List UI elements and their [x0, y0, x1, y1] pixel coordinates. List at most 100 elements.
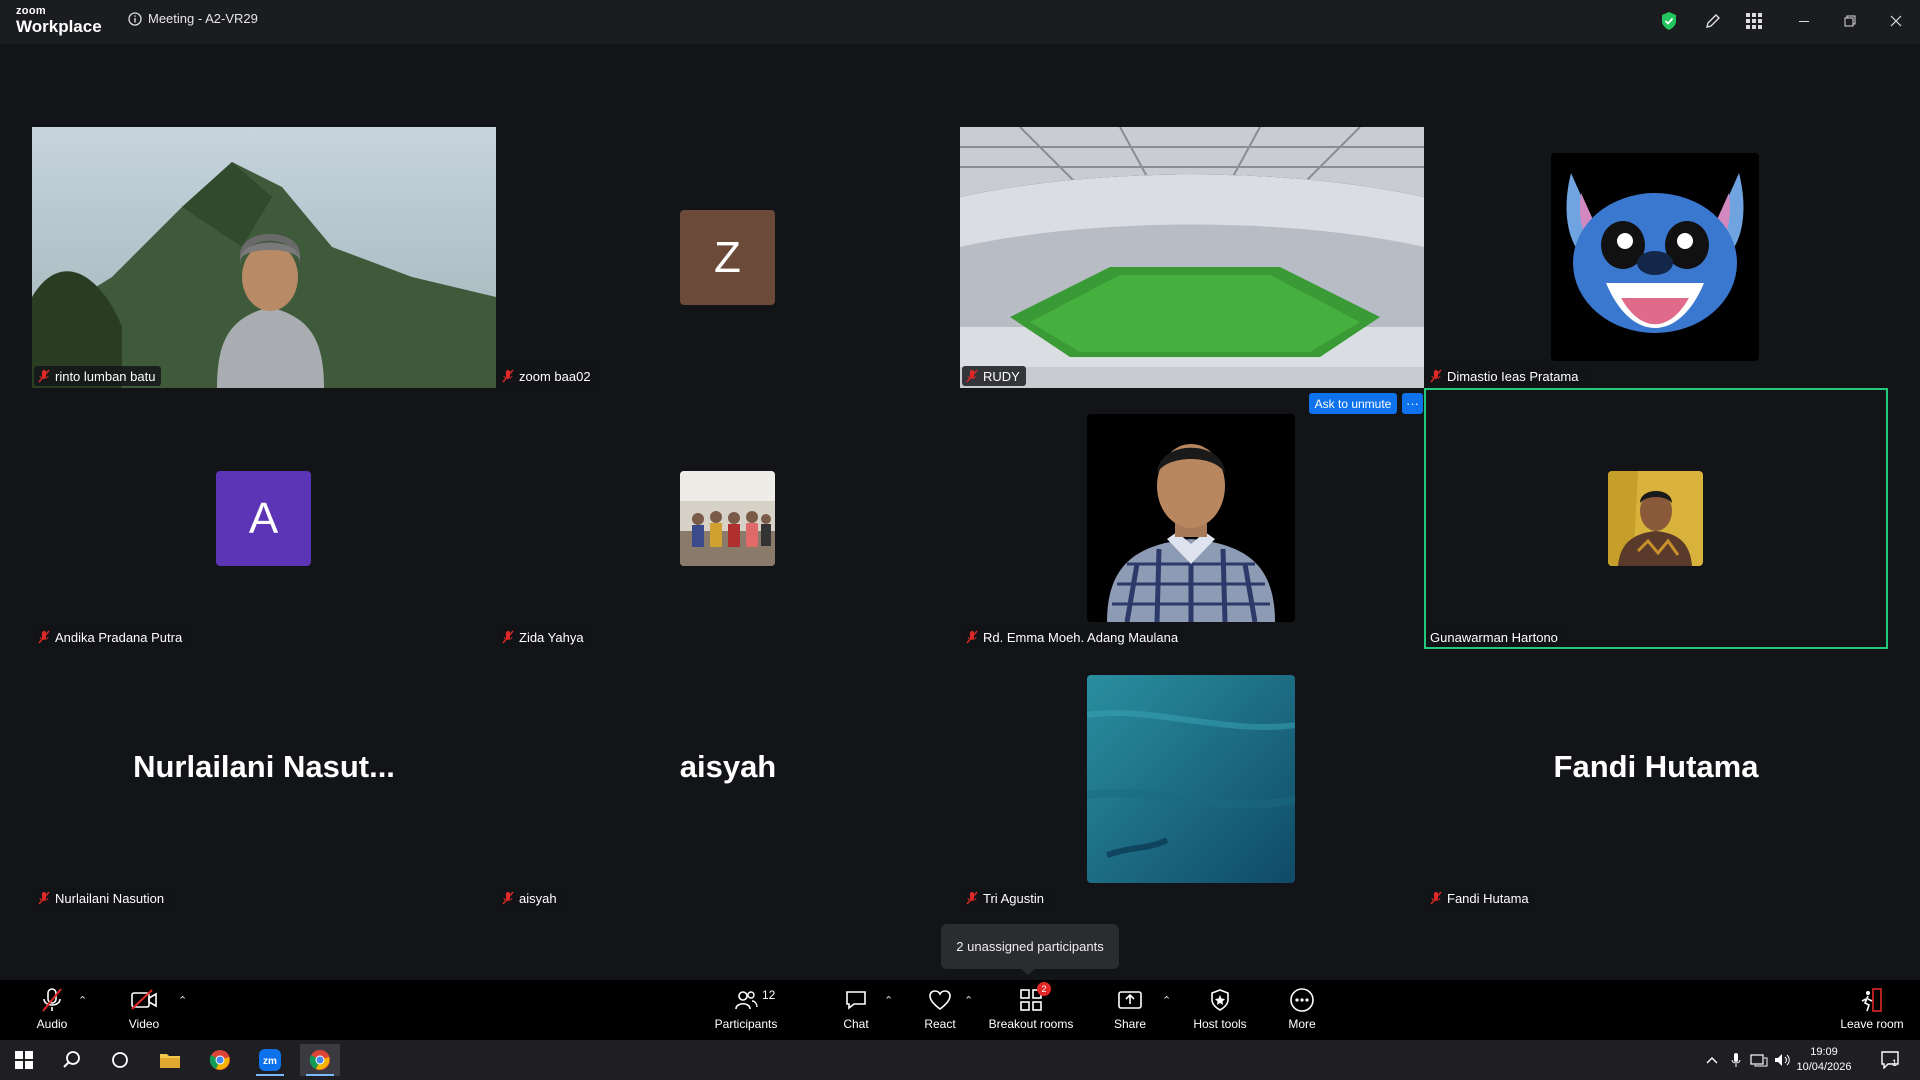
participant-tile[interactable]: rinto lumban batu — [32, 127, 496, 388]
clock-date: 10/04/2026 — [1796, 1061, 1852, 1073]
participant-tile[interactable]: Rd. Emma Moeh. Adang Maulana — [960, 388, 1424, 649]
participant-name-tag: zoom baa02 — [498, 366, 597, 386]
participant-tile[interactable]: Dimastio Ieas Pratama — [1424, 127, 1888, 388]
chrome-icon[interactable] — [200, 1044, 240, 1076]
search-icon[interactable] — [52, 1044, 92, 1076]
participant-name: RUDY — [983, 368, 1020, 384]
tray-microphone-icon[interactable] — [1727, 1051, 1745, 1069]
react-label: React — [924, 1017, 956, 1031]
meeting-title: Meeting - A2-VR29 — [148, 11, 258, 26]
participant-tile[interactable]: Nurlailani Nasut... Nurlailani Nasution — [32, 649, 496, 910]
video-label: Video — [128, 1017, 160, 1031]
zoom-taskbar-icon[interactable]: zm — [250, 1044, 290, 1076]
logo-text-workplace: Workplace — [16, 17, 102, 36]
chat-button[interactable]: Chat — [836, 986, 876, 1036]
svg-text:zm: zm — [263, 1056, 277, 1067]
breakout-badge: 2 — [1037, 982, 1051, 996]
tile-more-options-button[interactable]: ··· — [1402, 393, 1423, 414]
share-screen-icon — [1118, 991, 1142, 1009]
participant-name-tag: Andika Pradana Putra — [34, 627, 189, 647]
participant-tile[interactable]: Fandi Hutama Fandi Hutama — [1424, 649, 1888, 910]
participant-name: Rd. Emma Moeh. Adang Maulana — [983, 629, 1179, 645]
info-icon — [128, 11, 142, 26]
participant-name: Fandi Hutama — [1447, 890, 1529, 906]
encryption-shield-icon[interactable] — [1658, 10, 1680, 32]
windows-start-icon[interactable] — [4, 1044, 44, 1076]
participant-tile[interactable]: Tri Agustin — [960, 649, 1424, 910]
audio-button[interactable]: Audio — [32, 986, 72, 1036]
clock-time: 19:09 — [1810, 1046, 1838, 1058]
participant-avatar: A — [216, 471, 311, 566]
notification-count: 1 — [1892, 1058, 1898, 1068]
participant-display-name: Fandi Hutama — [1553, 749, 1759, 784]
muted-mic-icon — [502, 891, 514, 905]
restore-button[interactable] — [1830, 8, 1870, 34]
participant-name: aisyah — [519, 890, 557, 906]
participant-name: Tri Agustin — [983, 890, 1044, 906]
breakout-rooms-button[interactable]: 2 Breakout rooms — [984, 982, 1078, 1036]
leave-room-button[interactable]: Leave room — [1836, 986, 1908, 1036]
participant-tile[interactable]: Zida Yahya — [496, 388, 960, 649]
participant-name-tag: Fandi Hutama — [1426, 888, 1535, 908]
participant-tile[interactable]: RUDY — [960, 127, 1424, 388]
ask-to-unmute-button[interactable]: Ask to unmute — [1309, 393, 1397, 414]
taskbar-clock[interactable]: 19:09 10/04/2026 — [1796, 1045, 1852, 1075]
more-label: More — [1288, 1017, 1316, 1031]
apps-grid-icon[interactable] — [1743, 10, 1765, 32]
notification-center-icon[interactable]: 1 — [1878, 1051, 1904, 1069]
participant-name-tag: Nurlailani Nasution — [34, 888, 171, 908]
participant-tile-active[interactable]: Gunawarman Hartono — [1424, 388, 1888, 649]
minimize-button[interactable] — [1784, 8, 1824, 34]
participant-photo — [1087, 414, 1295, 622]
muted-mic-icon — [42, 988, 62, 1012]
meeting-info[interactable]: Meeting - A2-VR29 — [128, 11, 258, 26]
participant-tile[interactable]: aisyah aisyah — [496, 649, 960, 910]
react-button[interactable]: React — [920, 986, 960, 1036]
video-button[interactable]: Video — [124, 986, 164, 1036]
share-button[interactable]: Share — [1110, 986, 1150, 1036]
chat-icon — [846, 991, 866, 1010]
participant-name: Dimastio Ieas Pratama — [1447, 368, 1579, 384]
participant-name-tag: Rd. Emma Moeh. Adang Maulana — [962, 627, 1185, 647]
chat-label: Chat — [843, 1017, 869, 1031]
participant-avatar: Z — [680, 210, 775, 305]
muted-mic-icon — [966, 630, 978, 644]
participant-name-tag: Tri Agustin — [962, 888, 1050, 908]
muted-mic-icon — [38, 891, 50, 905]
chrome-profile-taskbar-icon[interactable] — [300, 1044, 340, 1076]
host-tools-button[interactable]: Host tools — [1190, 986, 1250, 1036]
tray-chevron-up-icon[interactable] — [1703, 1051, 1721, 1069]
annotate-pencil-icon[interactable] — [1702, 10, 1724, 32]
more-dots-icon — [1290, 988, 1314, 1012]
muted-mic-icon — [38, 369, 50, 383]
participant-name: Gunawarman Hartono — [1430, 629, 1558, 645]
react-options-caret-icon[interactable]: ⌃ — [964, 994, 973, 1007]
participant-tile[interactable]: A Andika Pradana Putra — [32, 388, 496, 649]
muted-mic-icon — [966, 891, 978, 905]
muted-mic-icon — [502, 630, 514, 644]
participant-photo — [1551, 153, 1759, 361]
title-bar: zoom Workplace Meeting - A2-VR29 — [0, 0, 1920, 44]
more-button[interactable]: More — [1282, 986, 1322, 1036]
participant-name-tag: Zida Yahya — [498, 627, 590, 647]
chat-options-caret-icon[interactable]: ⌃ — [884, 994, 893, 1007]
close-button[interactable] — [1876, 8, 1916, 34]
video-options-caret-icon[interactable]: ⌃ — [178, 994, 187, 1007]
participant-name-tag: Gunawarman Hartono — [1426, 627, 1564, 647]
audio-label: Audio — [36, 1017, 68, 1031]
participant-name-tag: rinto lumban batu — [34, 366, 162, 386]
share-options-caret-icon[interactable]: ⌃ — [1162, 994, 1171, 1007]
heart-icon — [929, 990, 951, 1011]
participants-button[interactable]: 12 Participants — [710, 986, 782, 1036]
muted-mic-icon — [502, 369, 514, 383]
volume-icon[interactable] — [1774, 1051, 1792, 1069]
meeting-toolbar: Audio ⌃ Video ⌃ 12 Participants Chat ⌃ R… — [0, 980, 1920, 1040]
network-icon[interactable] — [1750, 1051, 1768, 1069]
participant-name: zoom baa02 — [519, 368, 591, 384]
participant-tile[interactable]: Z zoom baa02 — [496, 127, 960, 388]
file-explorer-icon[interactable] — [150, 1044, 190, 1076]
participant-name: Zida Yahya — [519, 629, 584, 645]
muted-mic-icon — [966, 369, 978, 383]
audio-options-caret-icon[interactable]: ⌃ — [78, 994, 87, 1007]
cortana-circle-icon[interactable] — [100, 1044, 140, 1076]
